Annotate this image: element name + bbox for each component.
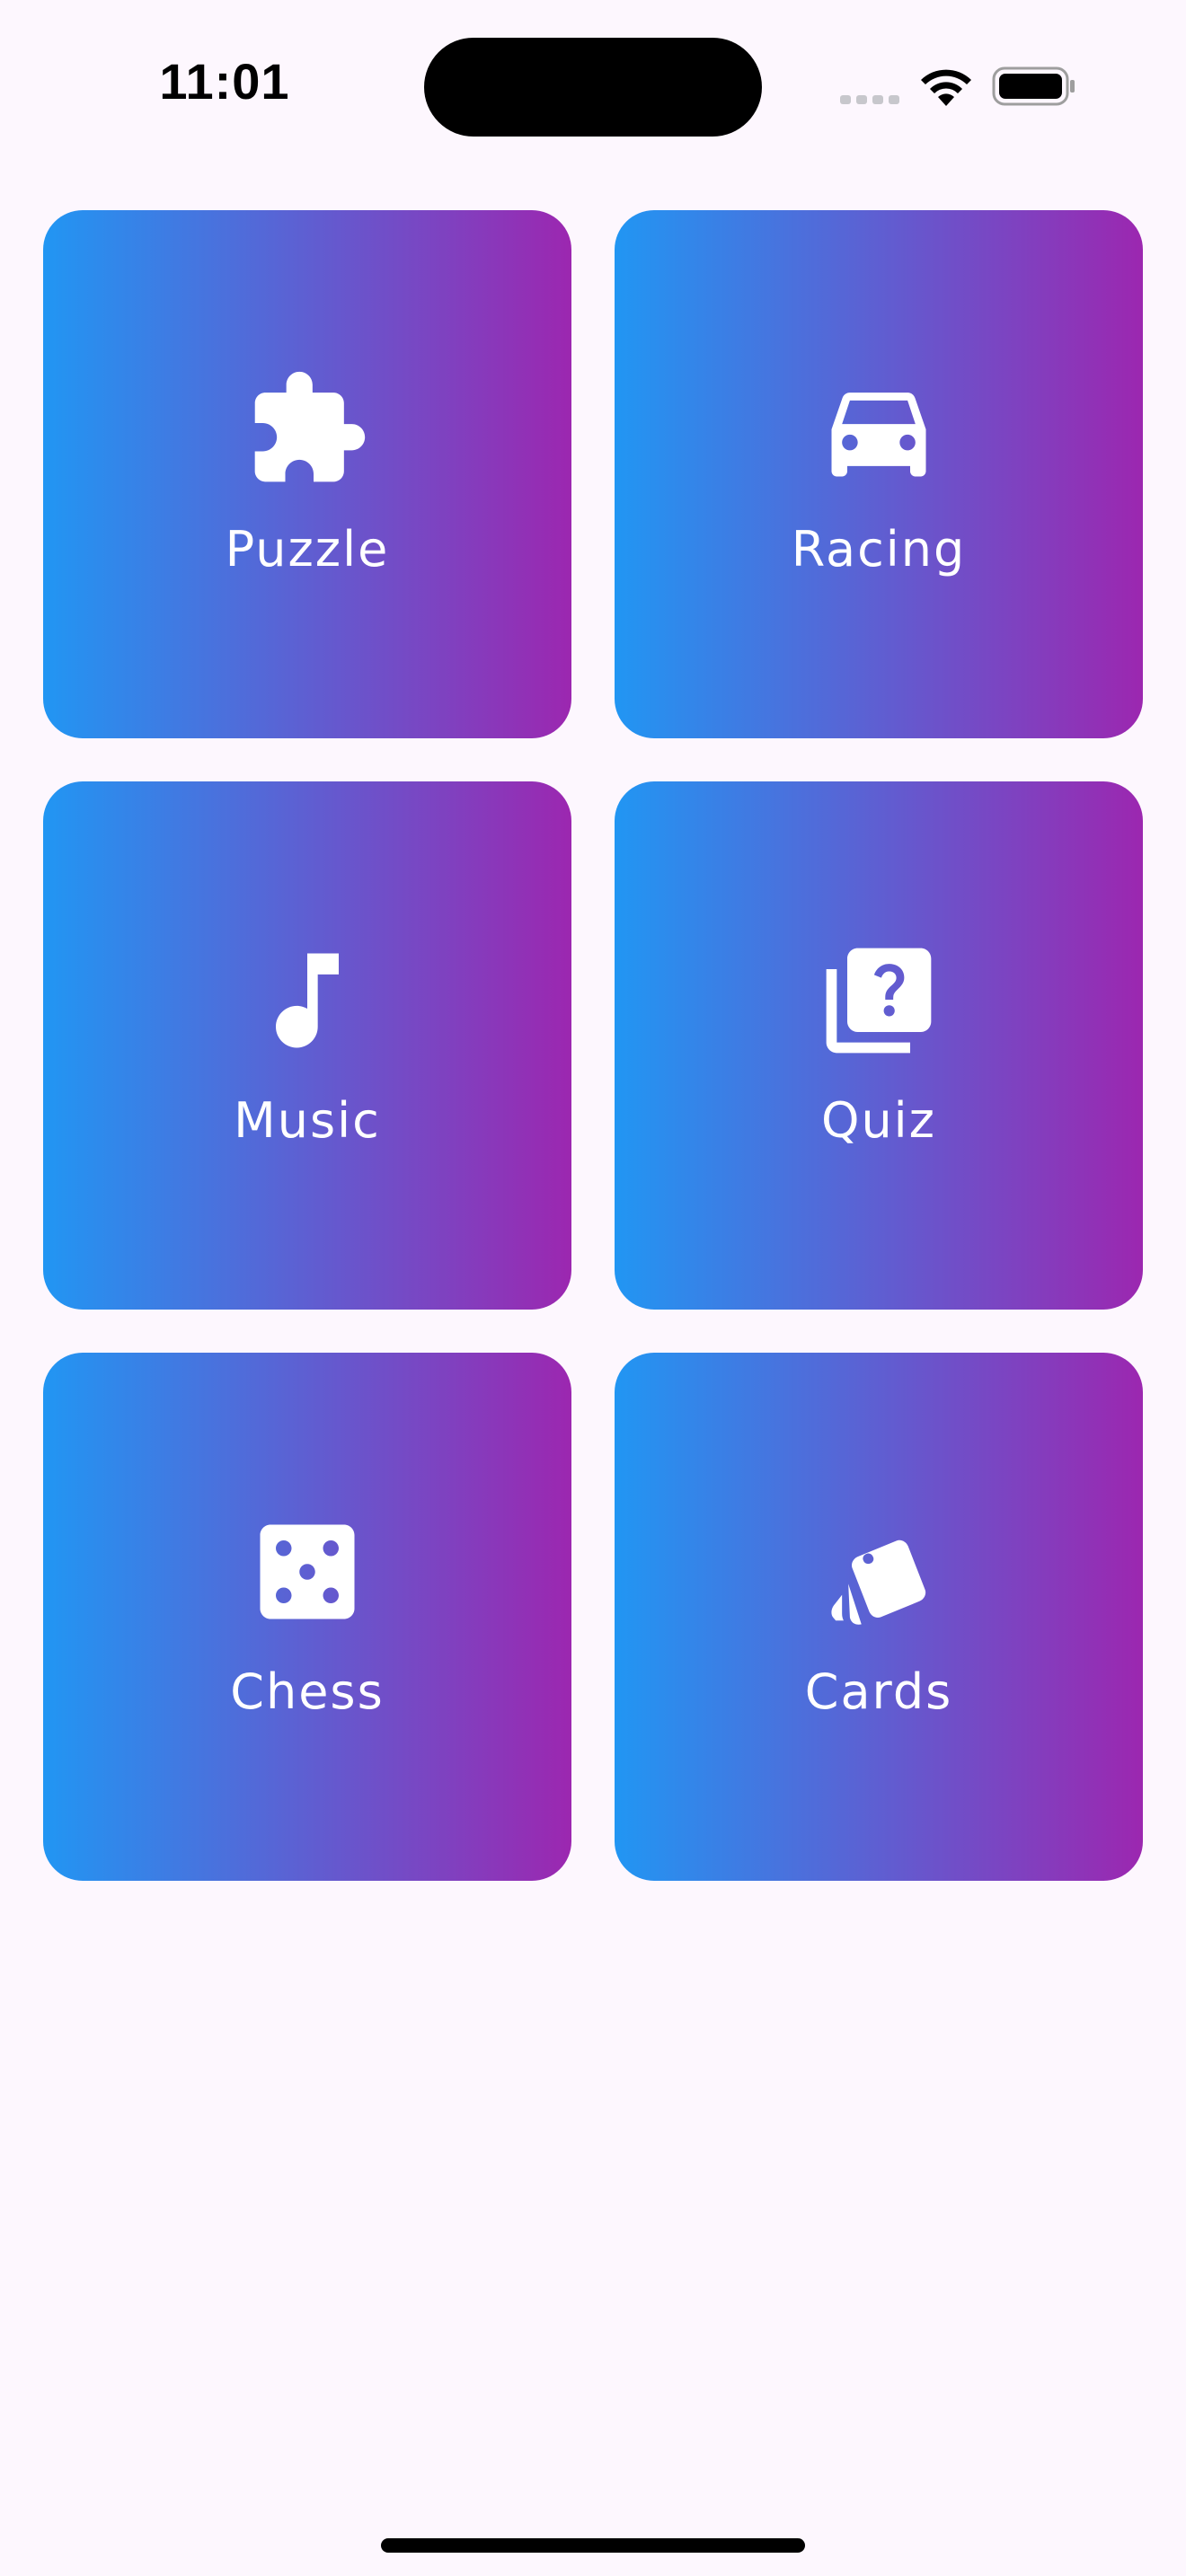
quiz-icon <box>816 938 942 1063</box>
puzzle-icon <box>244 366 370 492</box>
signal-icon <box>840 95 899 104</box>
tile-label: Quiz <box>820 1092 937 1149</box>
category-grid: Puzzle Racing Music Quiz Chess Cards <box>43 210 1143 1881</box>
battery-icon <box>992 66 1075 106</box>
dice-icon <box>244 1509 370 1635</box>
tile-music[interactable]: Music <box>43 781 571 1310</box>
tile-chess[interactable]: Chess <box>43 1353 571 1881</box>
tile-puzzle[interactable]: Puzzle <box>43 210 571 738</box>
tile-racing[interactable]: Racing <box>615 210 1143 738</box>
tile-label: Racing <box>791 521 967 578</box>
status-time: 11:01 <box>159 53 290 110</box>
music-note-icon <box>244 938 370 1063</box>
tile-cards[interactable]: Cards <box>615 1353 1143 1881</box>
tile-label: Puzzle <box>225 521 390 578</box>
tile-quiz[interactable]: Quiz <box>615 781 1143 1310</box>
wifi-icon <box>921 69 971 106</box>
tile-label: Cards <box>804 1663 953 1720</box>
dynamic-island <box>424 38 762 137</box>
status-bar: 11:01 <box>0 0 1186 180</box>
tile-label: Music <box>234 1092 381 1149</box>
car-icon <box>816 366 942 492</box>
cards-icon <box>816 1509 942 1635</box>
tile-label: Chess <box>230 1663 385 1720</box>
home-indicator[interactable] <box>381 2538 805 2553</box>
